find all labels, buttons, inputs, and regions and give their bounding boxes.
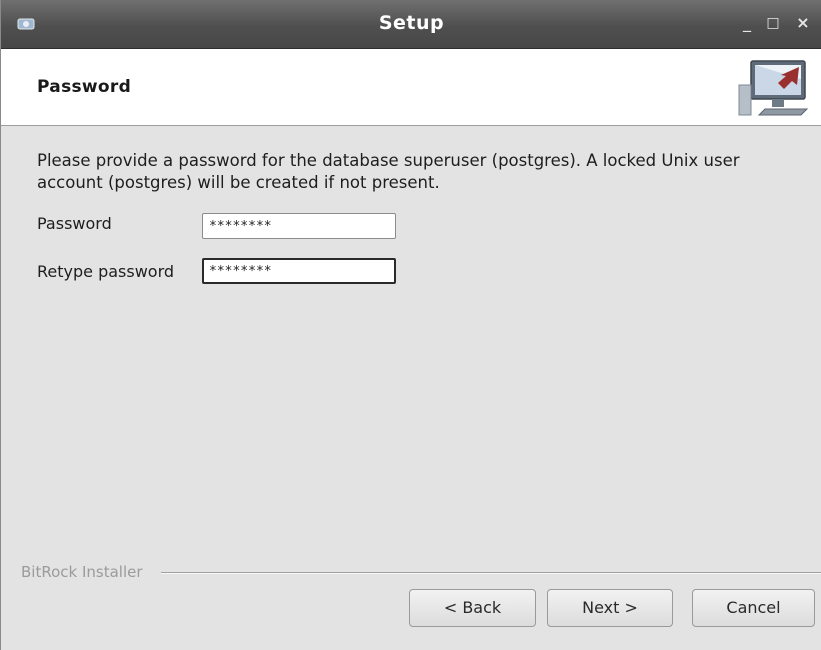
- password-input[interactable]: [202, 213, 396, 239]
- retype-password-input[interactable]: [202, 258, 396, 284]
- next-button[interactable]: Next >: [547, 589, 673, 627]
- setup-window: Setup _ □ × Password Please provide a pa…: [0, 0, 821, 650]
- minimize-icon[interactable]: _: [737, 13, 757, 33]
- password-label: Password: [37, 214, 112, 233]
- content-panel: Please provide a password for the databa…: [1, 126, 821, 556]
- branding-label: BitRock Installer: [21, 563, 147, 581]
- footer-divider: [161, 572, 821, 574]
- back-button[interactable]: < Back: [409, 589, 536, 627]
- maximize-icon[interactable]: □: [763, 13, 783, 33]
- title-bar[interactable]: Setup _ □ ×: [1, 0, 821, 49]
- retype-password-label: Retype password: [37, 262, 175, 281]
- installer-computer-icon: [738, 60, 809, 116]
- close-icon[interactable]: ×: [793, 13, 813, 33]
- page-title: Password: [37, 77, 132, 97]
- description-text: Please provide a password for the databa…: [37, 151, 740, 192]
- window-title: Setup: [378, 12, 445, 34]
- cancel-button[interactable]: Cancel: [692, 589, 815, 627]
- page-header: Password: [1, 49, 821, 126]
